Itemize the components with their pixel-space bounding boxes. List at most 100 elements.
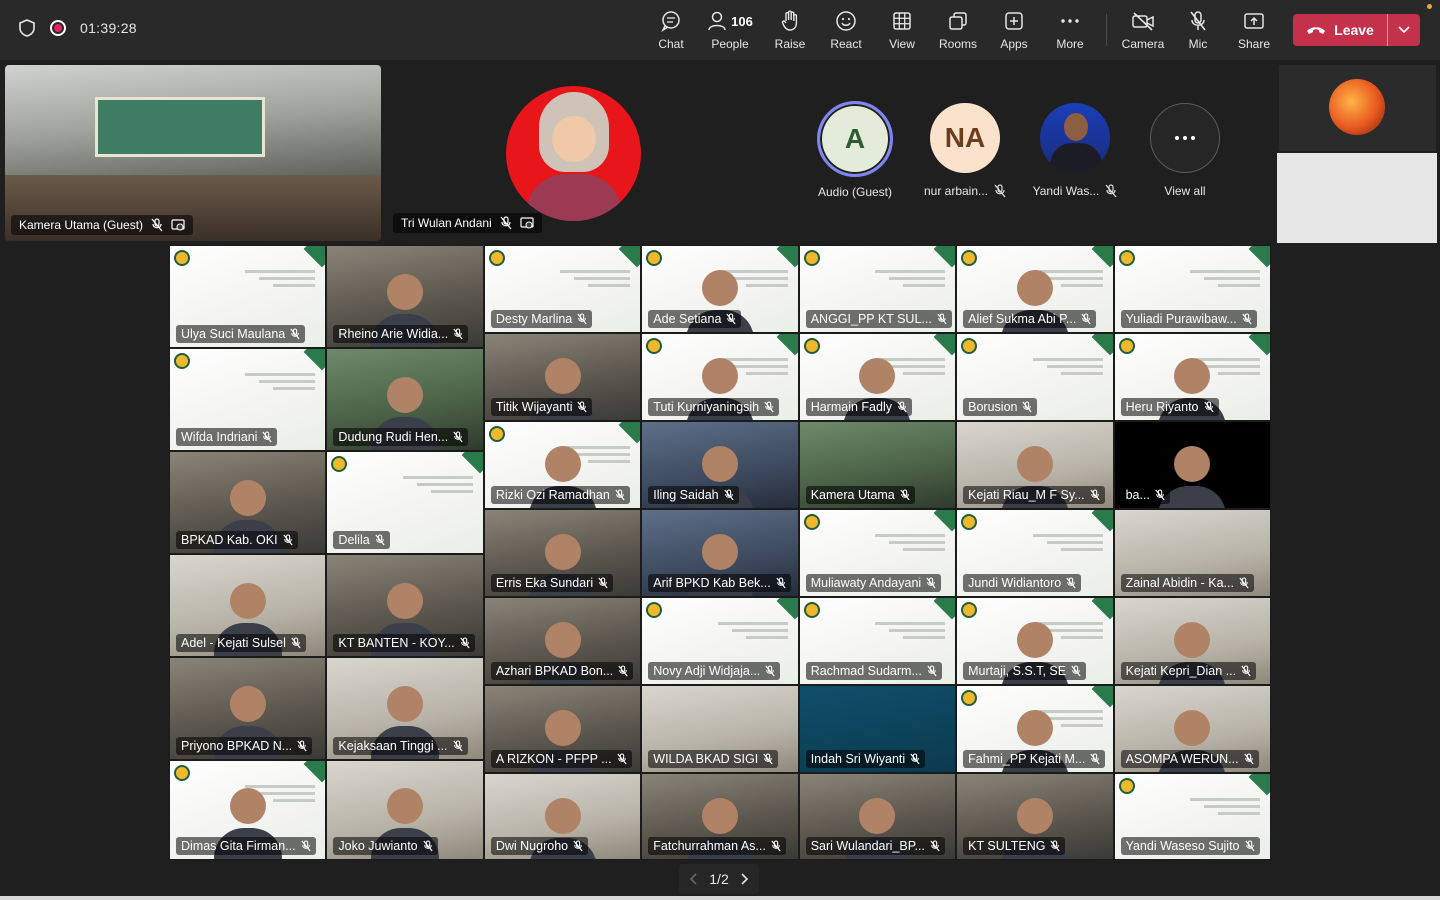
participant-tile[interactable]: Yuliadi Purawibaw... [1113,245,1271,333]
participant-name: Azhari BPKAD Bon... [495,664,614,678]
name-tag: Priyono BPKAD N... [176,737,313,755]
participant-tile[interactable]: Tuti Kurniyaningsih [641,333,799,421]
participant-tile[interactable]: Borusion [956,333,1114,421]
participant-tile[interactable]: Priyono BPKAD N... [169,657,327,760]
participant-tile[interactable]: WILDA BKAD SIGI [641,685,799,773]
participant-tile[interactable]: Delila [326,451,484,554]
participant-name: KT BANTEN - KOY... [338,636,455,650]
participant-tile[interactable]: Fahmi_PP Kejati M... [956,685,1114,773]
participant-tile[interactable]: Zainal Abidin - Ka... [1113,509,1271,597]
chat-button[interactable]: Chat [641,10,701,54]
leave-options-button[interactable] [1388,14,1420,46]
participant-tile[interactable]: ASOMPA WERUN... [1113,685,1271,773]
leave-main[interactable]: Leave [1293,14,1388,46]
participant-nur-arbain[interactable]: NA nur arbain... [910,103,1020,198]
participant-tile[interactable]: Azhari BPKAD Bon... [483,597,642,685]
chevron-left-icon[interactable] [689,873,697,885]
participant-tile[interactable]: ba... [1113,421,1271,509]
participant-tile[interactable]: A RIZKON - PFPP ... [483,685,642,773]
mic-button[interactable]: Mic [1168,10,1228,54]
view-all-button[interactable] [1150,103,1220,173]
camera-button[interactable]: Camera [1113,10,1173,54]
participant-audio-guest[interactable]: A Audio (Guest) [800,101,910,199]
participant-tile[interactable]: Kejati Kepri_Dian ... [1113,597,1271,685]
self-video-tile[interactable] [1279,65,1436,151]
participant-tile[interactable]: Fatchurrahman As... [641,773,799,860]
participant-tile[interactable]: Titik Wijayanti [483,333,642,421]
window-bottom-edge [0,896,1440,900]
participant-tile[interactable]: Dudung Rudi Hen... [326,348,484,451]
participant-tile[interactable]: Wifda Indriani [169,348,327,451]
participant-tile[interactable]: Muliawaty Andayani [798,509,957,597]
participant-tile[interactable]: BPKAD Kab. OKI [169,451,327,554]
participant-tile[interactable]: Kejaksaan Tinggi ... [326,657,484,760]
participant-yandi-waseso[interactable]: Yandi Was... [1020,103,1130,198]
participant-name: Fahmi_PP Kejati M... [968,752,1086,766]
mic-muted-icon [577,401,588,413]
participant-tile[interactable]: Yandi Waseso Sujito [1113,773,1271,860]
participant-tile[interactable]: Indah Sri Wiyanti [798,685,957,773]
participant-video-figure [213,686,282,759]
mic-muted-icon [771,840,781,852]
participant-video-figure [528,710,597,772]
mic-muted-icon [598,577,608,589]
participant-name: Dimas Gita Firman... [181,839,296,853]
participant-tile[interactable]: Rizki Ozi Ramadhan [483,421,642,509]
rooms-button[interactable]: Rooms [928,10,988,54]
self-avatar [1329,79,1385,135]
participant-tile[interactable]: Kejati Riau_M F Sy... [956,421,1114,509]
more-button[interactable]: More [1040,10,1100,54]
people-button[interactable]: 106 People [700,10,760,54]
participant-tile[interactable]: Joko Juwianto [326,760,484,860]
share-button[interactable]: Share [1224,10,1284,54]
video-tile-kamera-utama-guest[interactable]: Kamera Utama (Guest) [5,65,381,241]
participant-tile[interactable]: Dimas Gita Firman... [169,760,327,860]
apps-icon [1005,12,1023,30]
participant-tile[interactable]: Rachmad Sudarm... [798,597,957,685]
mic-muted-icon [764,401,774,413]
participant-tile[interactable]: Ulya Suci Maulana [169,245,327,348]
view-button[interactable]: View [872,10,932,54]
mic-muted-icon [618,665,628,677]
react-button[interactable]: React [816,10,876,54]
participant-tile[interactable]: Alief Sukma Abi P... [956,245,1114,333]
chat-icon [661,11,680,32]
participant-tile[interactable]: KT SULTENG [956,773,1114,860]
participant-name: Rheino Arie Widia... [338,327,449,341]
leave-button[interactable]: Leave [1293,14,1420,46]
shield-icon [19,19,35,37]
participant-video-figure [213,480,282,553]
apps-button[interactable]: Apps [984,10,1044,54]
name-tag: Murtaji, S.S.T, SE [963,662,1087,680]
participant-tile[interactable]: Desty Marlina [483,245,642,333]
participant-tile[interactable]: Murtaji, S.S.T, SE [956,597,1114,685]
view-all-participants[interactable]: View all [1130,103,1240,198]
participant-tile[interactable]: Ade Setiana [641,245,799,333]
participant-tile[interactable]: Rheino Arie Widia... [326,245,484,348]
participant-tile[interactable]: Jundi Widiantoro [956,509,1114,597]
participant-name: Arif BPKD Kab Bek... [653,576,771,590]
mic-muted-icon [937,313,947,325]
name-tag: Borusion [963,398,1038,416]
participant-tile[interactable]: Kamera Utama [798,421,957,509]
participant-tile[interactable]: Arif BPKD Kab Bek... [641,509,799,597]
participant-tile[interactable]: Harmain Fadly [798,333,957,421]
participant-tile[interactable]: Dwi Nugroho [483,773,642,860]
participant-tile[interactable]: Heru Riyanto [1113,333,1271,421]
participant-tile[interactable]: Sari Wulandari_BP... [798,773,957,860]
participant-video-figure [843,797,912,859]
slide-background [875,534,946,555]
page-indicator: 1/2 [709,871,729,887]
participant-tile[interactable]: ANGGI_PP KT SUL... [798,245,957,333]
chevron-right-icon[interactable] [741,873,749,885]
name-tag: Titik Wijayanti [490,398,593,416]
participant-tile[interactable]: Novy Adji Widjaja... [641,597,799,685]
raise-hand-button[interactable]: Raise [760,10,820,54]
participant-name: Iling Saidah [653,488,719,502]
participant-tile[interactable]: Adel - Kejati Sulsel [169,554,327,657]
video-tile-tri-wulan-andani[interactable]: Tri Wulan Andani [393,65,753,241]
participant-name: Indah Sri Wiyanti [810,752,906,766]
participant-tile[interactable]: Erris Eka Sundari [483,509,642,597]
participant-tile[interactable]: KT BANTEN - KOY... [326,554,484,657]
participant-tile[interactable]: Iling Saidah [641,421,799,509]
